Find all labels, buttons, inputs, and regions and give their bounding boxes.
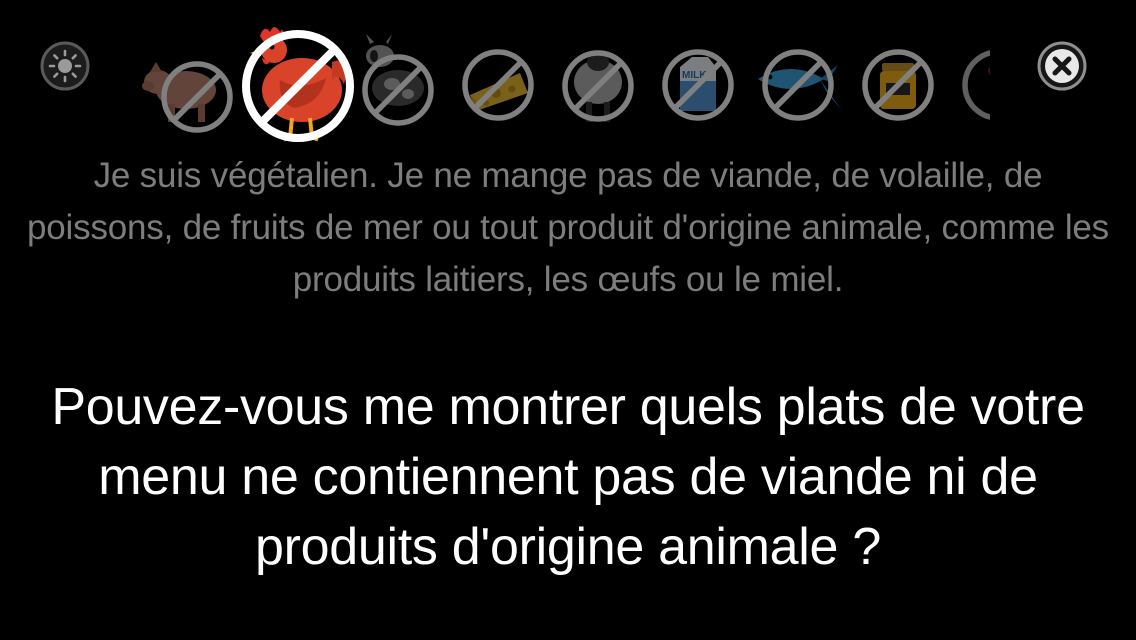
cow-icon[interactable]	[358, 32, 438, 126]
honey-icon[interactable]	[858, 45, 938, 125]
brightness-button[interactable]	[40, 41, 90, 91]
fish-icon[interactable]	[750, 45, 850, 135]
sheep-icon[interactable]	[558, 40, 638, 130]
app-screen: MILK Je suis végétalien. Je ne mange pas…	[0, 0, 1136, 640]
question-text: Pouvez-vous me montrer quels plats de vo…	[51, 378, 1085, 576]
chicken-icon[interactable]	[240, 22, 360, 142]
cheese-icon[interactable]	[458, 45, 538, 125]
partial-icon[interactable]	[958, 45, 990, 125]
close-button[interactable]	[1036, 40, 1088, 92]
diet-description: Je suis végétalien. Je ne mange pas de v…	[27, 156, 1109, 299]
milk-icon[interactable]: MILK	[658, 45, 738, 125]
sun-icon	[40, 41, 90, 91]
diet-icon-strip: MILK	[140, 22, 990, 142]
pig-icon[interactable]	[140, 42, 240, 134]
close-x-icon	[1037, 41, 1087, 91]
